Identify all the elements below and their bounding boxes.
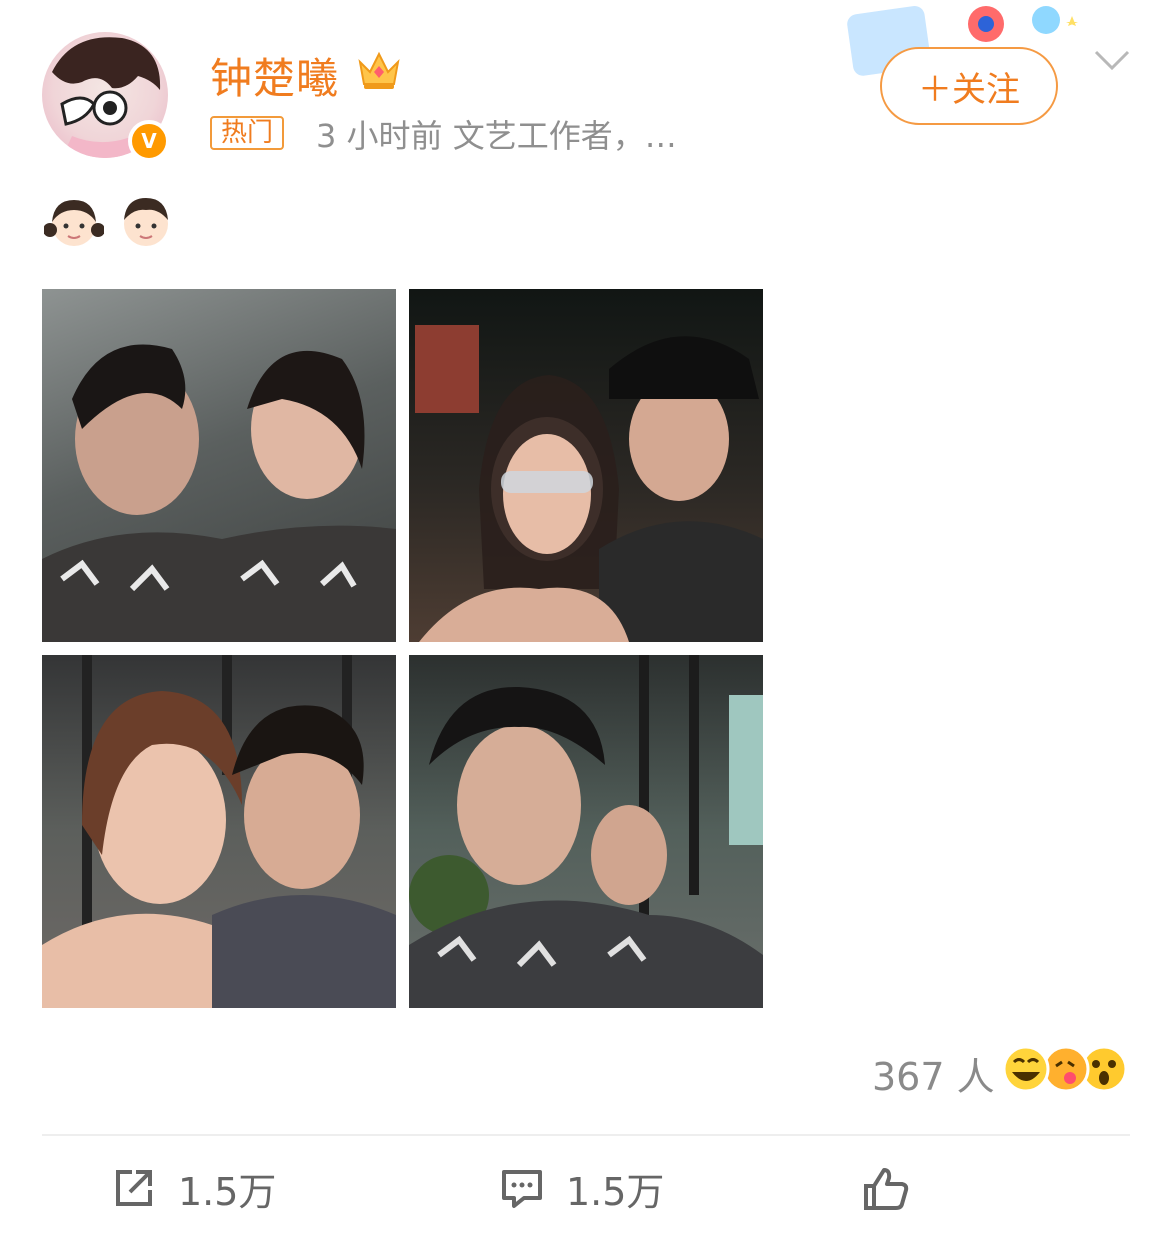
chevron-down-icon[interactable] (1092, 46, 1132, 74)
repost-count: 1.5万 (178, 1169, 277, 1214)
photo-1[interactable] (42, 289, 396, 642)
comment-button[interactable]: 1.5万 (500, 1162, 664, 1214)
photo-4[interactable] (409, 655, 763, 1008)
repost-button[interactable]: 1.5万 (112, 1162, 276, 1214)
photo-selfie-4-icon (409, 655, 763, 1008)
reaction-count[interactable]: 367 人 (872, 1046, 995, 1101)
comment-icon (502, 1170, 542, 1208)
girl-face-emoji (44, 200, 104, 246)
verified-badge: V (128, 120, 170, 162)
comment-count: 1.5万 (566, 1169, 665, 1214)
verified-label: V (141, 129, 157, 153)
photo-2[interactable] (409, 289, 763, 642)
boy-face-emoji (124, 198, 168, 246)
author-name[interactable]: 钟楚曦 (210, 45, 339, 106)
photo-selfie-2-icon (415, 325, 763, 642)
photo-selfie-3-icon (42, 655, 396, 1008)
like-button[interactable] (862, 1162, 932, 1214)
post-meta: 3 小时前 文艺工作者，… (316, 117, 677, 155)
hot-tag: 热门 (210, 116, 285, 150)
reaction-emojis-icon[interactable] (1000, 1044, 1130, 1094)
photo-3[interactable] (42, 655, 396, 1008)
thumbs-up-icon (864, 1168, 909, 1210)
repost-icon (116, 1170, 152, 1206)
crown-icon (358, 51, 400, 89)
divider (42, 1134, 1130, 1136)
photo-selfie-1-icon (42, 344, 396, 642)
follow-button[interactable]: ＋关注 (880, 47, 1058, 125)
